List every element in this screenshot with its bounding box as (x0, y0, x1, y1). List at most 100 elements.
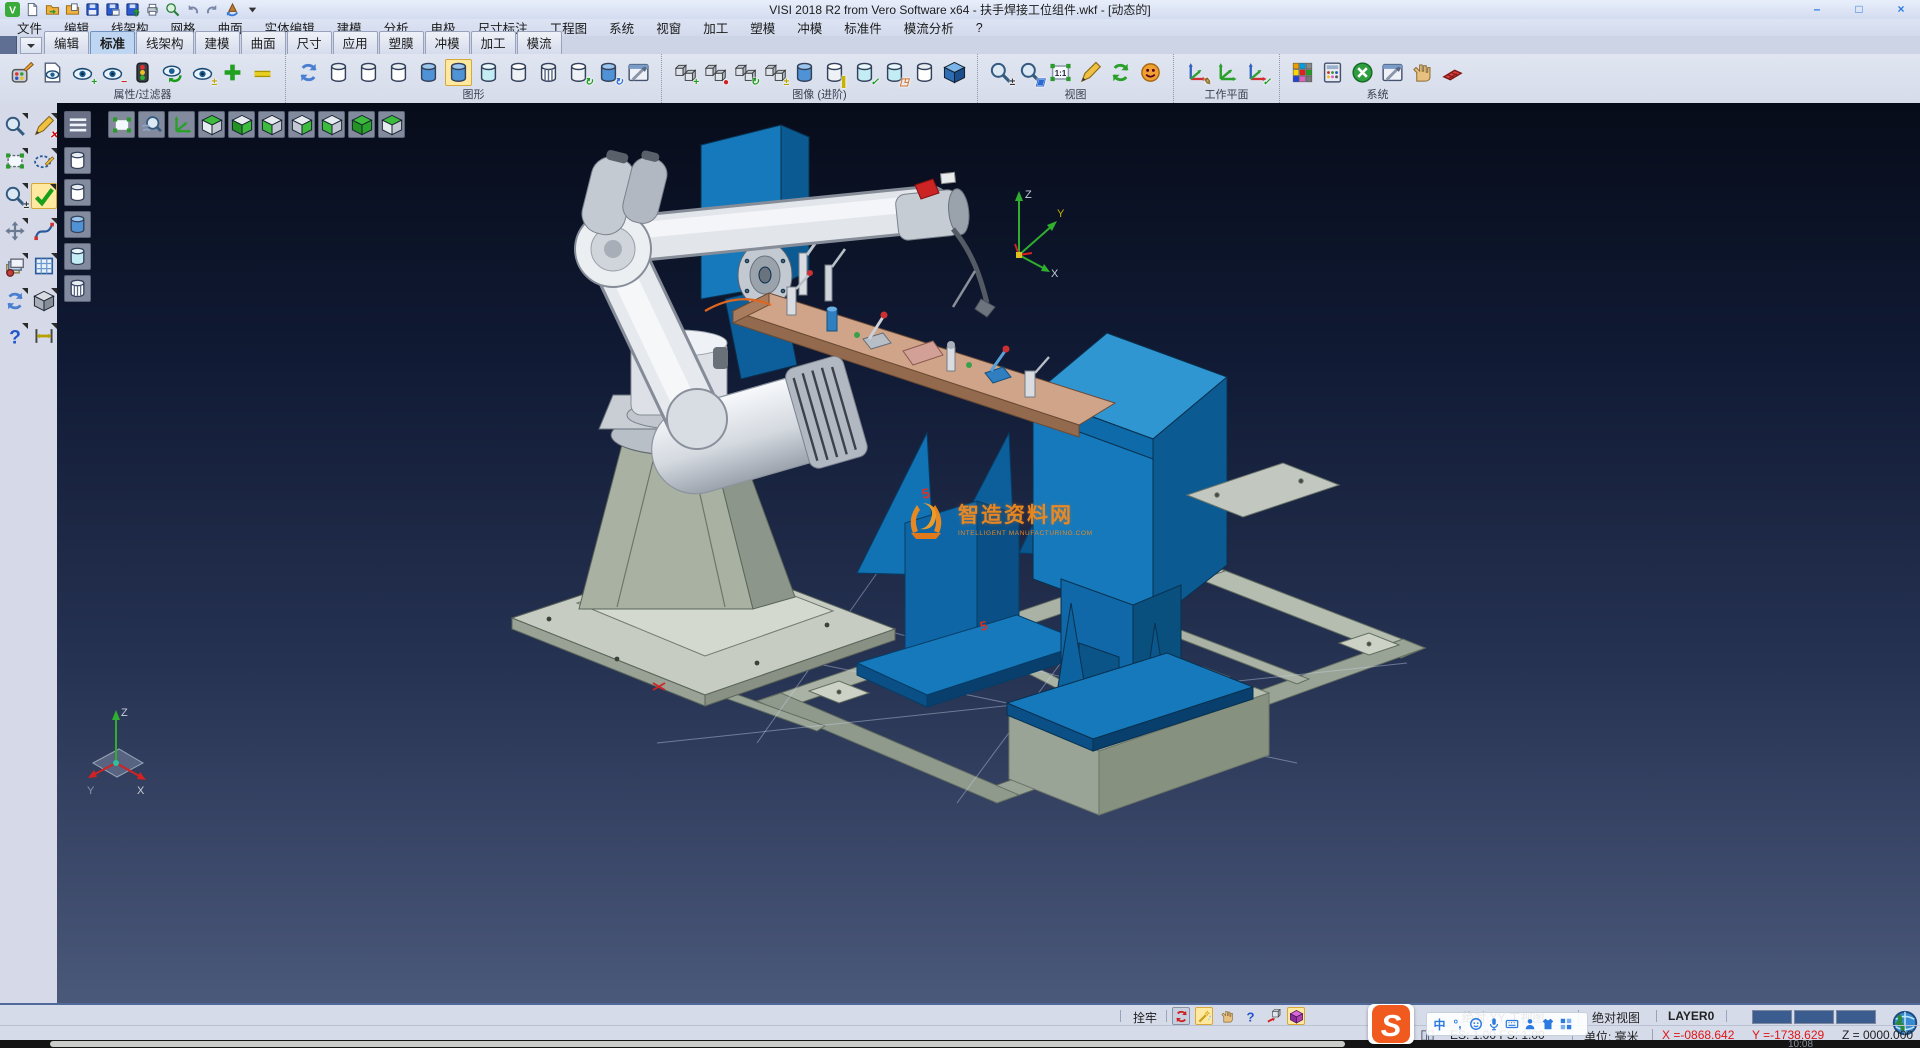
ime-voice-icon[interactable] (1485, 1016, 1502, 1033)
view-top-icon[interactable] (198, 111, 225, 138)
zoom-dynamic-icon[interactable]: ± (987, 59, 1014, 86)
tab-标准[interactable]: 标准 (90, 31, 135, 54)
regenerate-view-icon[interactable] (2, 288, 28, 314)
solid-striped-icon[interactable]: ▌ (821, 59, 848, 86)
tab-塑膜[interactable]: 塑膜 (379, 31, 424, 54)
workplane-create-icon[interactable]: ✎ (1183, 59, 1210, 86)
ime-language-icon[interactable]: 中 (1431, 1016, 1448, 1033)
active-layer-label[interactable]: LAYER0 (1668, 1009, 1714, 1023)
view-right-icon[interactable] (348, 111, 375, 138)
view-front-icon[interactable] (258, 111, 285, 138)
save-file-icon[interactable] (84, 1, 101, 18)
tab-应用[interactable]: 应用 (333, 31, 378, 54)
grid-display-icon[interactable] (31, 253, 57, 279)
zoom-all-icon[interactable]: ▣ (1017, 59, 1044, 86)
hide-entities-icon[interactable]: − (99, 59, 126, 86)
menu-item-冲模[interactable]: 冲模 (786, 17, 833, 38)
pick-filter-icon[interactable] (1218, 1007, 1236, 1025)
view-isometric-icon[interactable] (378, 111, 405, 138)
magic-select-icon[interactable] (1195, 1007, 1213, 1025)
open-file-icon[interactable] (44, 1, 61, 18)
measure-distance-icon[interactable] (31, 323, 57, 349)
remove-from-filter-icon[interactable] (249, 59, 276, 86)
render-shaded-icon[interactable] (64, 211, 91, 238)
zoom-extents-icon[interactable] (108, 111, 135, 138)
ime-skin-icon[interactable] (1539, 1016, 1556, 1033)
refresh-visibility-icon[interactable] (159, 59, 186, 86)
print-icon[interactable] (144, 1, 161, 18)
menu-item-标准件[interactable]: 标准件 (833, 17, 893, 38)
solid-wireframe-icon[interactable] (911, 59, 938, 86)
graphics-settings-icon[interactable] (625, 59, 652, 86)
adv-refresh-view-icon[interactable]: ↻ (731, 59, 758, 86)
dynamic-rotation-icon[interactable] (1264, 1007, 1282, 1025)
solid-cube-view-icon[interactable] (941, 59, 968, 86)
adv-add-view-icon[interactable]: + (671, 59, 698, 86)
view-refresh-icon[interactable] (1107, 59, 1134, 86)
print-preview-icon[interactable] (164, 1, 181, 18)
workplane-align-icon[interactable] (1213, 59, 1240, 86)
ime-toolbox-icon[interactable] (1557, 1016, 1574, 1033)
solid-display-icon[interactable] (791, 59, 818, 86)
taskbar-handle[interactable] (50, 1041, 1345, 1047)
save-copy-icon[interactable] (124, 1, 141, 18)
close-button[interactable]: × (1888, 0, 1914, 17)
tab-尺寸[interactable]: 尺寸 (287, 31, 332, 54)
menu-item-加工[interactable]: 加工 (692, 17, 739, 38)
menu-item-模流分析[interactable]: 模流分析 (893, 17, 965, 38)
shaded-mode-icon[interactable] (415, 59, 442, 86)
tab-编辑[interactable]: 编辑 (44, 31, 89, 54)
hatch-mode-icon[interactable] (535, 59, 562, 86)
restore-button[interactable]: □ (1846, 0, 1872, 17)
tab-冲模[interactable]: 冲模 (425, 31, 470, 54)
ime-keyboard-icon[interactable] (1503, 1016, 1520, 1033)
adv-view-manager-icon[interactable]: ● (701, 59, 728, 86)
sogou-logo-icon[interactable]: S (1368, 1004, 1414, 1044)
ime-account-icon[interactable] (1521, 1016, 1538, 1033)
zoom-fly-icon[interactable] (138, 111, 165, 138)
save-as-icon[interactable] (104, 1, 121, 18)
shaded-edges-mode-icon[interactable] (445, 59, 472, 86)
view-mode-label[interactable]: 绝对视图 (1592, 1009, 1640, 1026)
ribbon-collapse-button[interactable] (20, 37, 42, 54)
solid-preview-icon[interactable] (31, 288, 57, 314)
adv-toggle-view-icon[interactable]: ± (761, 59, 788, 86)
render-hatched-icon[interactable] (64, 275, 91, 302)
render-shaded-edges-icon[interactable] (64, 243, 91, 270)
color-table-icon[interactable] (1289, 59, 1316, 86)
lock-toggle[interactable]: 拴牢 (1133, 1009, 1157, 1026)
transparent-mode-icon[interactable] (475, 59, 502, 86)
show-entities-icon[interactable]: + (69, 59, 96, 86)
customize-quick-access-icon[interactable] (244, 1, 261, 18)
tab-曲面[interactable]: 曲面 (241, 31, 286, 54)
render-hidden-line-icon[interactable] (64, 179, 91, 206)
workplane-confirm-icon[interactable]: ✓ (1243, 59, 1270, 86)
attribute-paint-icon[interactable] (9, 59, 36, 86)
menu-item-塑模[interactable]: 塑模 (739, 17, 786, 38)
viewport-menu-icon[interactable] (64, 111, 91, 138)
erase-entity-icon[interactable]: ✕ (31, 113, 57, 139)
solid-tag-icon[interactable]: ◳ (881, 59, 908, 86)
dashed-hidden-mode-icon[interactable] (385, 59, 412, 86)
select-rectangle-icon[interactable] (2, 148, 28, 174)
view-triad-toggle-icon[interactable] (168, 111, 195, 138)
import-file-icon[interactable] (64, 1, 81, 18)
new-file-icon[interactable] (24, 1, 41, 18)
status-help-icon[interactable]: ? (1241, 1007, 1259, 1025)
ime-punctuation-icon[interactable]: °, (1449, 1016, 1466, 1033)
3d-viewport[interactable]: 5 5 Z Y X (57, 103, 1920, 1003)
flat-shaded-mode-icon[interactable] (505, 59, 532, 86)
context-help-icon[interactable]: ? (2, 323, 28, 349)
tab-线架构[interactable]: 线架构 (136, 31, 194, 54)
system-calculator-icon[interactable] (1319, 59, 1346, 86)
view-back-icon[interactable] (288, 111, 315, 138)
system-configuration-icon[interactable] (1379, 59, 1406, 86)
confirm-selection-icon[interactable] (31, 183, 57, 209)
page-visibility-icon[interactable] (39, 59, 66, 86)
hidden-line-mode-icon[interactable] (355, 59, 382, 86)
select-lasso-icon[interactable] (31, 148, 57, 174)
zoom-in-out-icon[interactable]: ± (2, 183, 28, 209)
regen-graphics-icon[interactable] (295, 59, 322, 86)
redo-icon[interactable] (204, 1, 221, 18)
move-entity-icon[interactable] (2, 218, 28, 244)
